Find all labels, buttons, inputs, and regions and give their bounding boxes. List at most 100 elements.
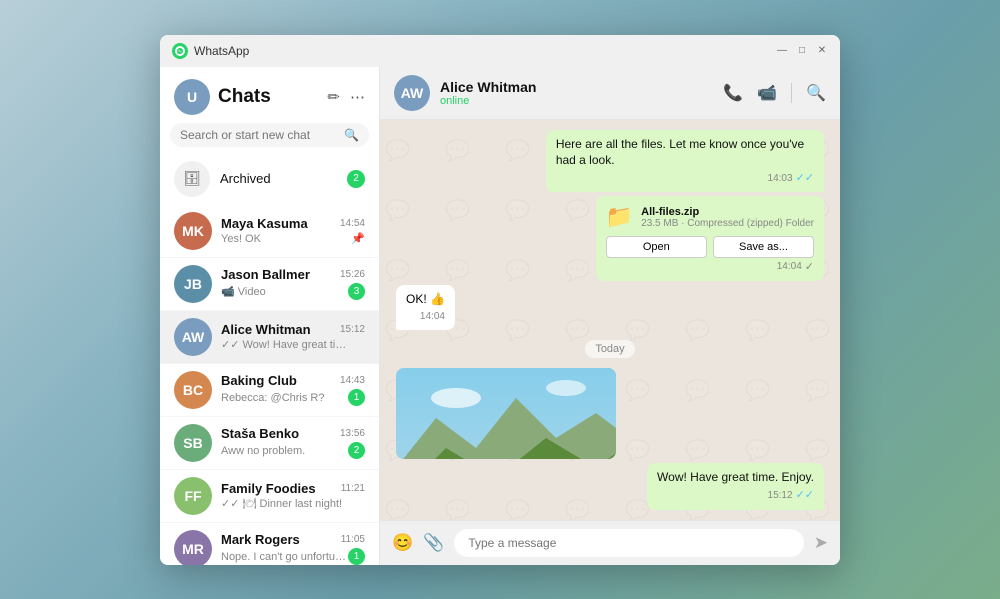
date-divider: Today: [585, 340, 634, 358]
emoji-icon[interactable]: 😊: [392, 533, 413, 553]
chat-avatar-stasa: SB: [174, 424, 212, 462]
save-as-button[interactable]: Save as...: [713, 236, 814, 258]
header-divider: [791, 83, 792, 103]
chat-time-maya: 14:54: [340, 218, 365, 229]
message-sent-1: Here are all the files. Let me know once…: [546, 130, 824, 193]
chat-badge-mark: 1: [348, 548, 365, 565]
file-name: All-files.zip: [641, 206, 814, 218]
chat-info-family: Family Foodies11:21✓✓ 🍽 Dinner last nigh…: [221, 481, 365, 510]
minimize-button[interactable]: —: [776, 45, 788, 57]
chat-info-alice: Alice Whitman15:12✓✓ Wow! Have great tim…: [221, 322, 365, 351]
app-logo: [172, 43, 188, 59]
sidebar-header-icons: ✏ ⋯: [327, 88, 365, 106]
chat-time-mark: 11:05: [341, 534, 365, 545]
video-call-icon[interactable]: 📹: [757, 83, 777, 103]
chat-time-stasa: 13:56: [340, 428, 365, 439]
chat-badge-jason: 3: [348, 283, 365, 300]
message-text-2: Wow! Have great time. Enjoy.: [657, 469, 814, 486]
message-received-1: OK! 👍 14:04: [396, 285, 455, 330]
input-area: 😊 📎 ➤: [380, 520, 840, 565]
archived-row[interactable]: 🗄 Archived 2: [160, 153, 379, 205]
chat-name-alice: Alice Whitman: [221, 322, 311, 337]
chat-item-baking[interactable]: BC Baking Club14:43Rebecca: @Chris R?1: [160, 364, 379, 417]
search-messages-icon[interactable]: 🔍: [806, 83, 826, 103]
chat-item-maya[interactable]: MKMaya Kasuma14:54Yes! OK📌: [160, 205, 379, 258]
main-content: U Chats ✏ ⋯ 🔍 🗄 Archived: [160, 67, 840, 565]
desktop: WhatsApp — □ ✕ U Chats ✏ ⋯: [0, 0, 1000, 599]
chat-avatar-baking: BC: [174, 371, 212, 409]
message-meta-1: 14:03 ✓✓: [556, 171, 814, 186]
chat-list-items: MKMaya Kasuma14:54Yes! OK📌JBJason Ballme…: [160, 205, 379, 565]
message-meta-2: 15:12 ✓✓: [657, 488, 814, 503]
close-button[interactable]: ✕: [816, 45, 828, 57]
send-icon[interactable]: ➤: [814, 533, 828, 553]
message-sent-2: Wow! Have great time. Enjoy. 15:12 ✓✓: [647, 463, 824, 509]
contact-status: online: [440, 95, 713, 107]
file-size: 23.5 MB · Compressed (zipped) Folder: [641, 218, 814, 229]
app-window: WhatsApp — □ ✕ U Chats ✏ ⋯: [160, 35, 840, 565]
chat-area: AW Alice Whitman online 📞 📹 🔍: [380, 67, 840, 565]
chat-item-alice[interactable]: AWAlice Whitman15:12✓✓ Wow! Have great t…: [160, 311, 379, 364]
message-text-received-1: OK! 👍: [406, 291, 445, 308]
archived-badge: 2: [347, 170, 365, 188]
chat-avatar-mark: MR: [174, 530, 212, 565]
file-type-icon: 📁: [606, 204, 633, 230]
chat-info-baking: Baking Club14:43Rebecca: @Chris R?1: [221, 373, 365, 406]
chat-time-jason: 15:26: [340, 269, 365, 280]
chat-avatar-jason: JB: [174, 265, 212, 303]
contact-avatar-circle: AW: [394, 75, 430, 111]
chat-preview-family: ✓✓ 🍽 Dinner last night!: [221, 497, 342, 510]
chat-item-stasa[interactable]: SBStaša Benko13:56Aww no problem.2: [160, 417, 379, 470]
chat-name-family: Family Foodies: [221, 481, 316, 496]
chat-item-mark[interactable]: MR Mark Rogers 11:05 Nope. I can't go unfor…: [160, 523, 379, 565]
chat-name-mark: Mark Rogers: [221, 532, 300, 547]
file-meta: 14:04 ✓: [606, 260, 814, 273]
search-icon: 🔍: [344, 128, 359, 142]
chat-info-mark: Mark Rogers 11:05 Nope. I can't go unfortu…: [221, 532, 365, 565]
file-info-row: 📁 All-files.zip 23.5 MB · Compressed (zi…: [606, 204, 814, 230]
single-check: ✓: [805, 260, 814, 273]
chat-info-stasa: Staša Benko13:56Aww no problem.2: [221, 426, 365, 459]
search-bar[interactable]: 🔍: [170, 123, 369, 147]
sidebar: U Chats ✏ ⋯ 🔍 🗄 Archived: [160, 67, 380, 565]
more-icon[interactable]: ⋯: [350, 88, 365, 106]
message-text-1: Here are all the files. Let me know once…: [556, 136, 814, 170]
archived-label: Archived: [220, 171, 337, 186]
message-input[interactable]: [454, 529, 803, 557]
chat-avatar-alice: AW: [174, 318, 212, 356]
chat-preview-mark: Nope. I can't go unfortunately.: [221, 551, 348, 563]
archive-icon: 🗄: [174, 161, 210, 197]
title-bar: WhatsApp — □ ✕: [160, 35, 840, 67]
window-controls: — □ ✕: [776, 45, 828, 57]
chat-avatar-family: FF: [174, 477, 212, 515]
new-chat-icon[interactable]: ✏: [327, 88, 340, 106]
chat-item-family[interactable]: FF Family Foodies11:21✓✓ 🍽 Dinner last ni…: [160, 470, 379, 523]
image-bubble: So beautiful here! ❤ 15:16: [396, 368, 616, 459]
messages-container: Here are all the files. Let me know once…: [380, 120, 840, 520]
chat-list: 🗄 Archived 2 MKMaya Kasuma14:54Yes! OK📌J…: [160, 153, 379, 565]
user-avatar[interactable]: U: [174, 79, 210, 115]
file-actions: Open Save as...: [606, 236, 814, 258]
chat-pin-maya: 📌: [351, 232, 365, 245]
attach-icon[interactable]: 📎: [423, 533, 444, 553]
chat-name-baking: Baking Club: [221, 373, 297, 388]
chat-avatar-maya: MK: [174, 212, 212, 250]
message-meta-received-1: 14:04: [406, 310, 445, 324]
maximize-button[interactable]: □: [796, 45, 808, 57]
search-input[interactable]: [180, 128, 338, 142]
contact-avatar: AW: [394, 75, 430, 111]
voice-call-icon[interactable]: 📞: [723, 83, 743, 103]
open-button[interactable]: Open: [606, 236, 707, 258]
double-check-2: ✓✓: [796, 488, 814, 503]
contact-info: Alice Whitman online: [440, 79, 713, 107]
chat-preview-baking: Rebecca: @Chris R?: [221, 392, 324, 404]
chat-time-alice: 15:12: [340, 324, 365, 335]
chat-header: AW Alice Whitman online 📞 📹 🔍: [380, 67, 840, 120]
chat-badge-stasa: 2: [348, 442, 365, 459]
chat-preview-stasa: Aww no problem.: [221, 445, 305, 457]
chat-name-maya: Maya Kasuma: [221, 216, 308, 231]
user-avatar-circle: U: [174, 79, 210, 115]
double-check-1: ✓✓: [796, 171, 814, 186]
chat-item-jason[interactable]: JBJason Ballmer15:26📹 Video3: [160, 258, 379, 311]
chat-name-jason: Jason Ballmer: [221, 267, 310, 282]
